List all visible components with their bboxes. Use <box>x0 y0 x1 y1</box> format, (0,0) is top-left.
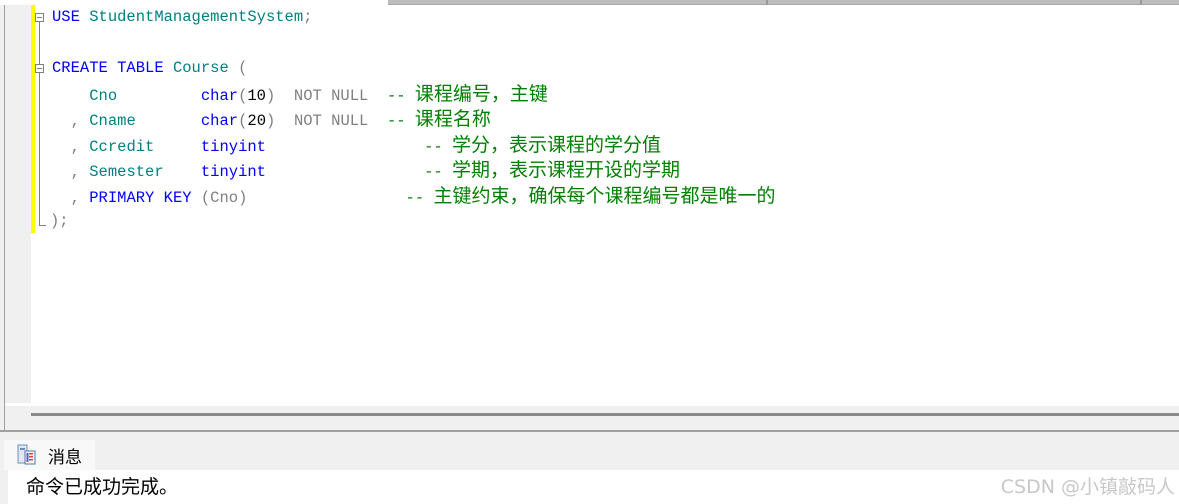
code-token: NOT NULL <box>293 86 369 105</box>
keyword-token: char <box>200 86 239 105</box>
identifier-token: Ccredit <box>89 137 155 156</box>
code-token: 10 <box>247 86 266 105</box>
code-token: ); <box>50 212 69 230</box>
code-token: ( <box>238 112 248 130</box>
code-line[interactable]: USE StudentManagementSystem; <box>52 5 312 30</box>
identifier-token: Cname <box>89 112 136 130</box>
horizontal-scrollbar[interactable] <box>4 406 1179 430</box>
comment-token: -- <box>414 137 453 156</box>
code-line[interactable]: , PRIMARY KEY (Cno) -- 主键约束，确保每个课程编号都是唯一… <box>52 184 776 209</box>
tab-messages-label: 消息 <box>48 447 82 468</box>
results-tab-strip: 消息 <box>0 432 1179 470</box>
keyword-token: USE <box>52 8 80 26</box>
comment-token: -- <box>386 112 415 130</box>
comment-text: 学期，表示课程开设的学期 <box>452 159 681 181</box>
code-token: , <box>70 137 80 156</box>
code-token: NOT NULL <box>293 112 369 130</box>
keyword-token: tinyint <box>200 137 266 156</box>
collapse-icon[interactable] <box>35 64 44 73</box>
keyword-token: PRIMARY KEY <box>89 188 192 207</box>
keyword-token: char <box>200 112 239 130</box>
fold-guide <box>39 73 40 225</box>
code-token: , <box>70 188 80 207</box>
code-line[interactable]: Cno char(10) NOT NULL -- 课程编号，主键 <box>52 82 548 107</box>
identifier-token: Semester <box>89 163 164 181</box>
code-line[interactable]: ); <box>50 209 69 234</box>
sql-editor[interactable]: USE StudentManagementSystem; CREATE TABLE… <box>4 5 1179 406</box>
fold-guide <box>39 22 40 64</box>
code-line[interactable]: CREATE TABLE Course ( <box>52 56 247 81</box>
comment-text: 主键约束，确保每个课程编号都是唯一的 <box>433 184 776 207</box>
identifier-token: Cno <box>89 86 118 105</box>
tab-messages[interactable]: 消息 <box>4 440 95 470</box>
watermark: CSDN @小镇敲码人 <box>1000 476 1175 498</box>
fold-end <box>39 225 46 226</box>
code-token: ) <box>265 86 276 105</box>
keyword-token: CREATE <box>52 59 108 77</box>
code-token: (Cno) <box>200 188 248 207</box>
code-line[interactable]: , Cname char(20) NOT NULL -- 课程名称 <box>52 107 491 132</box>
status-message: 命令已成功完成。 <box>26 476 179 498</box>
messages-icon <box>16 444 38 466</box>
comment-token: -- <box>414 163 453 181</box>
code-token: ) <box>266 112 276 130</box>
comment-token: -- <box>386 86 415 105</box>
code-area[interactable]: USE StudentManagementSystem; CREATE TABLE… <box>35 5 1179 406</box>
code-token: ; <box>303 8 313 26</box>
code-token: ( <box>238 86 248 105</box>
code-line[interactable]: , Ccredit tinyint -- 学分，表示课程的学分值 <box>52 133 661 158</box>
code-token: , <box>70 163 80 181</box>
collapse-icon[interactable] <box>35 13 44 22</box>
code-token: ( <box>228 59 248 77</box>
code-token: , <box>70 112 80 130</box>
code-token: 20 <box>247 112 267 130</box>
keyword-token: TABLE <box>117 59 164 77</box>
comment-text: 课程名称 <box>414 108 491 130</box>
code-line[interactable]: , Semester tinyint -- 学期，表示课程开设的学期 <box>52 158 680 183</box>
identifier-token: Course <box>172 59 229 77</box>
comment-text: 课程编号，主键 <box>414 82 548 105</box>
keyword-token: tinyint <box>200 163 266 181</box>
comment-token: -- <box>396 188 434 207</box>
identifier-token: StudentManagementSystem <box>89 8 304 26</box>
scrollbar-thumb[interactable] <box>31 413 1179 416</box>
comment-text: 学分，表示课程的学分值 <box>452 133 662 156</box>
editor-gutter <box>5 5 31 403</box>
